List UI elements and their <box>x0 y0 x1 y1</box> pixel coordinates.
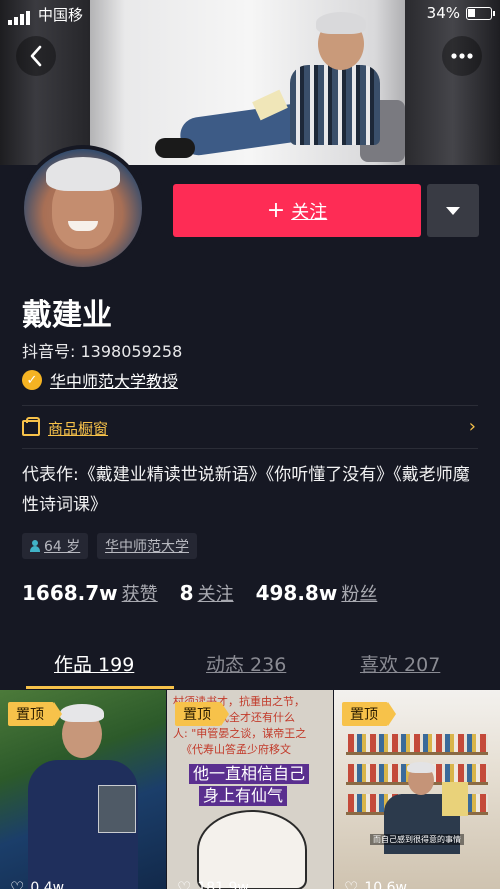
likes-label[interactable]: 获赞 <box>122 580 158 606</box>
divider <box>22 448 478 449</box>
chevron-right-icon: › <box>468 416 476 437</box>
follow-button[interactable]: + 关注 <box>173 184 421 237</box>
avatar-photo <box>24 149 142 267</box>
age-tag: 64 岁 <box>22 533 89 559</box>
poem-line: 人: "申管晏之谈，谋帝王之 <box>173 727 307 740</box>
plus-icon: + <box>266 198 286 223</box>
douyin-id: 抖音号: 1398059258 <box>22 342 183 361</box>
books <box>348 734 488 752</box>
stats-row: 1668.7w 获赞 8 关注 498.8w 粉丝 <box>22 580 399 606</box>
heart-icon: ♡ <box>344 878 359 889</box>
chevron-left-icon <box>30 45 42 67</box>
back-button[interactable] <box>16 36 56 76</box>
age-text: 64 岁 <box>44 539 81 555</box>
shelf <box>346 752 488 755</box>
verification-text: 华中师范大学教授 <box>50 372 179 391</box>
thumb-figure-hair <box>407 762 435 773</box>
tab-indicator <box>26 686 174 689</box>
shop-window-label: 商品橱窗 <box>48 419 109 438</box>
tab-works-label: 作品 199 <box>54 654 135 676</box>
video-thumbnail[interactable]: 而自己感到很得意的事情 置顶 ♡ 10.6w <box>334 690 500 889</box>
video-thumbnail[interactable]: 置顶 ♡ 0.4w <box>0 690 166 889</box>
person-body <box>290 65 380 145</box>
subtitle-text: 而自己感到很得意的事情 <box>370 834 464 845</box>
person-icon <box>30 540 40 552</box>
thumb-caption: 他一直相信自己 身上有仙气 <box>189 764 329 808</box>
battery-icon <box>466 7 495 20</box>
tab-posts[interactable]: 动态 236 <box>206 650 286 677</box>
like-count-text: 0.4w <box>30 879 65 889</box>
thumb-figure-hair <box>60 704 104 722</box>
tab-works[interactable]: 作品 199 <box>54 650 134 677</box>
likes-count: 1668.7w <box>22 581 118 605</box>
pinned-badge: 置顶 <box>175 702 229 726</box>
tab-likes-label: 喜欢 207 <box>360 654 441 676</box>
school-tag[interactable]: 华中师范大学 <box>97 533 197 559</box>
verified-check-icon: ✓ <box>22 370 42 390</box>
avatar[interactable] <box>20 145 146 271</box>
like-count: ♡ 10.6w <box>344 878 407 889</box>
tab-likes[interactable]: 喜欢 207 <box>360 650 440 677</box>
triangle-down-icon <box>446 206 460 215</box>
followers-label[interactable]: 粉丝 <box>341 580 377 606</box>
signal-icon <box>8 7 32 25</box>
heart-icon: ♡ <box>177 878 192 889</box>
content-tabs: 作品 199 动态 236 喜欢 207 <box>0 640 500 690</box>
more-dots-icon <box>451 53 473 59</box>
video-thumbnail[interactable]: 村须读书才，抗重由之节， 文武全才还有什么 人: "申管晏之谈，谋帝王之 《代寿… <box>167 690 333 889</box>
bio: 代表作:《戴建业精读世说新语》《你听懂了没有》《戴老师魔性诗词课》 <box>22 465 470 515</box>
profile-name: 戴建业 <box>22 298 112 333</box>
status-bar: 中国移 34% <box>0 0 500 28</box>
recommend-dropdown-button[interactable] <box>427 184 479 237</box>
divider <box>22 405 478 406</box>
shop-icon <box>22 417 40 436</box>
battery-percent: 34% <box>426 4 460 22</box>
like-count-text: 181.9w <box>197 879 249 889</box>
pinned-badge: 置顶 <box>8 702 62 726</box>
thumb-book <box>442 782 468 816</box>
following-label[interactable]: 关注 <box>198 580 234 606</box>
person-shoe <box>155 138 195 158</box>
heart-icon: ♡ <box>10 878 25 889</box>
video-grid: 置顶 ♡ 0.4w 村须读书才，抗重由之节， 文武全才还有什么 人: "申管晏之… <box>0 690 500 889</box>
like-count: ♡ 181.9w <box>177 878 249 889</box>
avatar-hair <box>46 157 120 191</box>
school-text: 华中师范大学 <box>105 539 189 555</box>
tab-posts-label: 动态 236 <box>206 654 287 676</box>
more-button[interactable] <box>442 36 482 76</box>
pinned-badge: 置顶 <box>342 702 396 726</box>
poem-line: 《代寿山答孟少府移文 <box>181 743 291 756</box>
following-count: 8 <box>179 581 194 605</box>
shop-window-row[interactable]: 商品橱窗 › <box>22 414 478 442</box>
thumb-subtitle: 而自己感到很得意的事情 <box>334 834 500 845</box>
like-count-text: 10.6w <box>364 879 407 889</box>
followers-count: 498.8w <box>255 581 338 605</box>
follow-label: 关注 <box>291 201 328 223</box>
caption-line: 身上有仙气 <box>199 786 288 806</box>
verification[interactable]: ✓ 华中师范大学教授 <box>22 368 178 392</box>
like-count: ♡ 0.4w <box>10 878 64 889</box>
thumb-book <box>98 785 136 833</box>
caption-line: 他一直相信自己 <box>189 764 310 784</box>
carrier-name: 中国移 <box>38 6 84 24</box>
